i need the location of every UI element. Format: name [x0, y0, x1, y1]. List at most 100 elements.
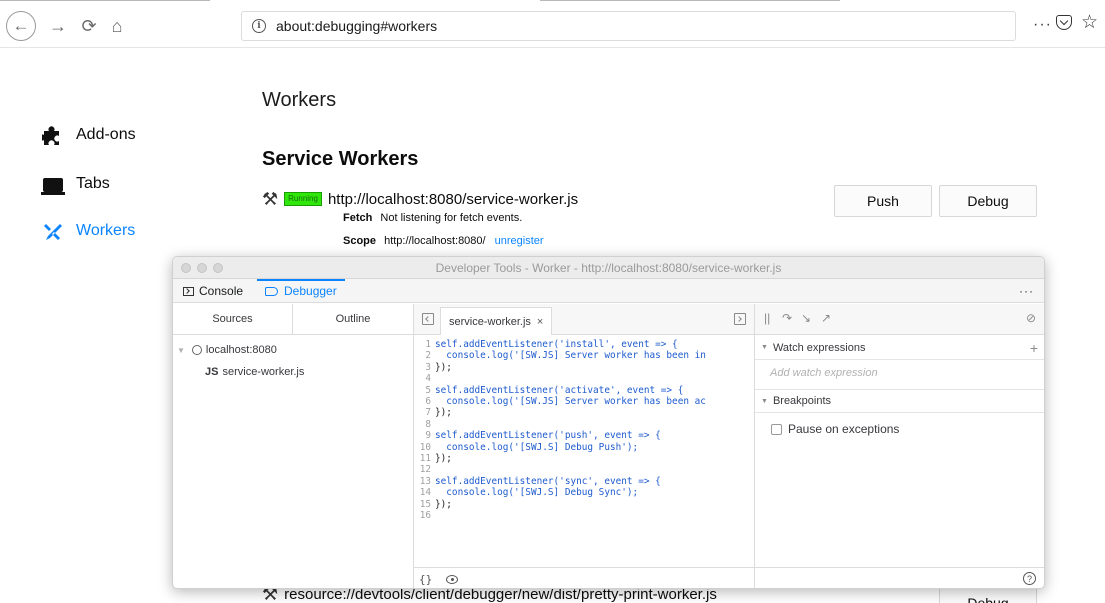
code-line: 1 self.addEventListener('install', event …	[414, 339, 755, 350]
devtools-titlebar: Developer Tools - Worker - http://localh…	[173, 257, 1044, 279]
console-icon	[183, 286, 194, 296]
section-title: Service Workers	[262, 148, 419, 170]
sidebar-item-tabs[interactable]: Tabs	[41, 174, 110, 195]
sidebar-item-addons[interactable]: Add-ons	[42, 125, 136, 145]
debug-button[interactable]: Debug	[939, 588, 1037, 603]
command-bar: || ↷ ↘ ↗ ⊘	[755, 304, 1044, 335]
page-actions-icon[interactable]: ···	[1033, 16, 1052, 34]
add-watch-icon[interactable]: +	[1030, 340, 1038, 356]
tab-sources[interactable]: Sources	[173, 304, 293, 334]
pause-on-exceptions-label: Pause on exceptions	[788, 422, 900, 436]
code-line: 8	[414, 419, 755, 430]
code-text: console.log('[SWJ.S] Debug Sync');	[435, 487, 639, 499]
pause-on-exceptions[interactable]: Pause on exceptions	[771, 422, 899, 436]
code-line: 15});	[414, 499, 755, 510]
code-line: 13 self.addEventListener('sync', event =>…	[414, 476, 755, 487]
line-number[interactable]: 9	[414, 430, 431, 441]
url-text[interactable]: about:debugging#workers	[276, 18, 437, 34]
code-line: 10 console.log('[SWJ.S] Debug Push');	[414, 442, 755, 453]
bookmark-star-icon[interactable]: ☆	[1081, 11, 1098, 34]
line-number[interactable]: 3	[414, 362, 431, 373]
url-bar[interactable]: i about:debugging#workers	[241, 11, 1016, 41]
help-icon[interactable]: ?	[1023, 572, 1036, 585]
globe-icon	[191, 345, 202, 355]
code-text: });	[435, 361, 452, 373]
info-icon[interactable]: i	[252, 19, 266, 33]
source-tree-root[interactable]: ▼ localhost:8080	[177, 344, 277, 356]
code-text: });	[435, 407, 452, 419]
chevron-down-icon[interactable]: ▼	[177, 346, 185, 355]
code-line: 3});	[414, 362, 755, 373]
toggle-sources-pane-icon[interactable]	[422, 313, 434, 325]
editor-file-tab[interactable]: service-worker.js ×	[440, 307, 553, 335]
code-line: 11});	[414, 453, 755, 464]
tab-debugger[interactable]: Debugger	[257, 279, 345, 303]
fetch-label: Fetch	[343, 212, 373, 224]
scope-value: http://localhost:8080/	[384, 235, 486, 247]
line-number[interactable]: 12	[414, 464, 431, 475]
line-number[interactable]: 7	[414, 407, 431, 418]
chevron-down-icon: ▼	[761, 344, 768, 351]
pocket-icon[interactable]	[1056, 15, 1072, 30]
line-number[interactable]: 6	[414, 396, 431, 407]
devtools-menu-icon[interactable]: ···	[1019, 284, 1034, 298]
editor-pane: service-worker.js × 1 self.addEventListen…	[414, 304, 755, 588]
line-number[interactable]: 5	[414, 385, 431, 396]
line-number[interactable]: 14	[414, 487, 431, 498]
devtools-toolbar: Console Debugger ···	[173, 279, 1044, 303]
back-icon[interactable]: ←	[6, 11, 36, 41]
reload-icon[interactable]: ⟳	[75, 12, 103, 40]
toggle-right-pane-icon[interactable]	[734, 313, 746, 325]
line-number[interactable]: 8	[414, 419, 431, 430]
source-tree-file[interactable]: JS service-worker.js	[205, 366, 304, 378]
fetch-value: Not listening for fetch events.	[380, 212, 523, 224]
pause-on-exceptions-checkbox[interactable]	[771, 423, 782, 435]
sidebar-item-label: Add-ons	[76, 126, 136, 143]
code-editor[interactable]: 1 self.addEventListener('install', event …	[414, 339, 755, 559]
line-number[interactable]: 2	[414, 350, 431, 361]
deactivate-breakpoints-icon[interactable]: ⊘	[1026, 311, 1036, 325]
code-line: 9 self.addEventListener('push', event => …	[414, 430, 755, 441]
editor-tabs: service-worker.js ×	[414, 304, 754, 335]
scope-label: Scope	[343, 235, 377, 247]
step-in-icon[interactable]: ↘	[801, 311, 811, 325]
tab-edge-2	[540, 0, 840, 1]
pause-icon[interactable]: ||	[764, 311, 770, 325]
blackbox-eye-icon[interactable]	[446, 575, 458, 584]
tools-icon	[42, 221, 64, 241]
line-number[interactable]: 1	[414, 339, 431, 350]
code-text: });	[435, 498, 452, 510]
sidebar-item-workers[interactable]: Workers	[42, 221, 135, 241]
tab-console[interactable]: Console	[175, 279, 251, 303]
line-number[interactable]: 11	[414, 453, 431, 464]
code-text: console.log('[SWJ.S] Debug Push');	[435, 441, 639, 453]
line-number[interactable]: 4	[414, 373, 431, 384]
devtools-window: Developer Tools - Worker - http://localh…	[172, 256, 1045, 589]
step-over-icon[interactable]: ↷	[782, 311, 792, 325]
watch-expressions-header[interactable]: ▼ Watch expressions +	[755, 336, 1044, 360]
status-badge: Running	[284, 192, 322, 206]
step-out-icon[interactable]: ↗	[821, 311, 831, 325]
push-button[interactable]: Push	[834, 185, 932, 217]
secondary-pane: || ↷ ↘ ↗ ⊘ ▼ Watch expressions + Add wat…	[755, 304, 1044, 588]
unregister-link[interactable]: unregister	[495, 235, 544, 247]
code-line: 7});	[414, 407, 755, 418]
code-text: });	[435, 453, 452, 465]
forward-icon[interactable]: →	[44, 12, 72, 40]
tab-outline[interactable]: Outline	[293, 304, 413, 334]
home-icon[interactable]: ⌂	[103, 12, 131, 40]
editor-footer: {}	[414, 567, 754, 588]
sidebar-item-label: Tabs	[76, 175, 110, 192]
sidebar-item-label: Workers	[76, 222, 136, 239]
close-icon[interactable]: ×	[537, 316, 543, 328]
debug-button[interactable]: Debug	[939, 185, 1037, 217]
pretty-print-icon[interactable]: {}	[419, 573, 432, 586]
line-number[interactable]: 13	[414, 476, 431, 487]
tabs-icon	[41, 174, 65, 195]
line-number[interactable]: 10	[414, 442, 431, 453]
watch-expression-input[interactable]: Add watch expression	[770, 367, 878, 379]
breakpoints-header[interactable]: ▼ Breakpoints	[755, 389, 1044, 413]
code-line: 14 console.log('[SWJ.S] Debug Sync');	[414, 487, 755, 498]
line-number[interactable]: 16	[414, 510, 431, 521]
line-number[interactable]: 15	[414, 499, 431, 510]
